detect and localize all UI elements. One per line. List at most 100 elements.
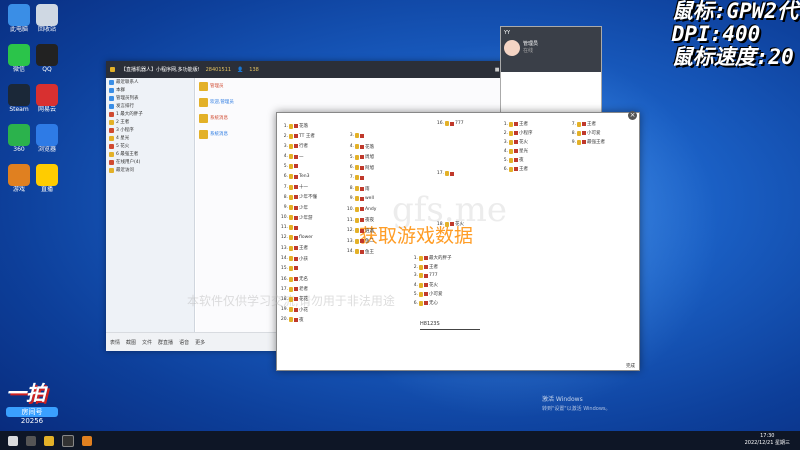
level-icon xyxy=(294,317,298,322)
sidebar-row[interactable]: 最近访问 xyxy=(106,166,194,174)
message-text: 系统消息 xyxy=(210,116,228,121)
profile-popup[interactable]: YY 管理员 在线 xyxy=(500,26,602,118)
desktop-icon-glyph xyxy=(36,4,58,26)
system-clock[interactable]: 17:30 2022/12/21 星期三 xyxy=(745,433,790,447)
level-icon xyxy=(360,196,364,201)
level-icon xyxy=(450,171,454,176)
sidebar-row[interactable]: 发言排行 xyxy=(106,102,194,110)
desktop-icon[interactable]: 此电脑 xyxy=(4,4,34,33)
level-icon xyxy=(294,215,298,220)
player-name: 星光 xyxy=(519,149,528,154)
sidebar-row-label: 5 花火 xyxy=(116,144,130,149)
start-icon[interactable] xyxy=(8,435,18,446)
rank-icon xyxy=(109,159,114,165)
player-name: well xyxy=(365,196,374,201)
toolbar-item[interactable]: 更多 xyxy=(195,339,205,346)
sidebar-row[interactable]: 最近联系人 xyxy=(106,78,194,86)
desktop-icon-label: 此电脑 xyxy=(9,26,28,33)
rank-icon xyxy=(109,135,114,141)
gold-badge-icon xyxy=(289,235,293,241)
desktop-icon[interactable]: 直播 xyxy=(32,164,62,193)
desktop-icon[interactable]: 360 xyxy=(4,124,34,153)
desktop-icon-label: Steam xyxy=(9,106,29,113)
desktop-icon[interactable]: 网易云 xyxy=(32,84,62,113)
sidebar-row[interactable]: 5 花火 xyxy=(106,142,194,150)
level-icon xyxy=(294,205,298,210)
desktop-icon-glyph xyxy=(36,44,58,66)
code-input[interactable]: H8123S xyxy=(420,321,480,330)
toolbar-item[interactable]: 群直播 xyxy=(158,339,173,346)
rank-number: 2. xyxy=(503,130,508,136)
level-icon xyxy=(360,133,364,138)
desktop-icon-label: 微信 xyxy=(12,66,25,73)
desktop-icon[interactable]: 微信 xyxy=(4,44,34,73)
game-data-window[interactable]: × gfs.me 获取游戏数据 本软件仅供学习交流,请勿用于非法用途 H8123… xyxy=(187,111,640,371)
level-icon xyxy=(582,140,586,144)
desktop-icon[interactable]: Steam xyxy=(4,84,34,113)
mid-list-item: 5. 周旭 xyxy=(345,154,374,160)
toolbar-item[interactable]: 文件 xyxy=(142,339,152,346)
level-icon xyxy=(294,307,298,312)
sidebar-row[interactable]: 4 星光 xyxy=(106,134,194,142)
member-count: 138 xyxy=(249,66,259,73)
player-name: 花落 xyxy=(365,144,374,150)
gold-badge-icon xyxy=(289,286,293,292)
app-icon-1[interactable] xyxy=(62,434,74,447)
rank-number: 13. xyxy=(280,245,288,251)
sidebar-row[interactable]: 2 王者 xyxy=(106,118,194,126)
gold-badge-icon xyxy=(419,255,423,261)
sidebar-row[interactable]: 1 最大的胖子 xyxy=(106,110,194,118)
popup-status: 在线 xyxy=(523,48,534,54)
rank-number: 18. xyxy=(280,296,288,302)
level-icon xyxy=(424,265,428,269)
gold-badge-icon xyxy=(289,225,293,230)
file-explorer-icon[interactable] xyxy=(44,435,54,446)
desktop-icon-label: 网易云 xyxy=(37,106,56,113)
right-col-item: 2. 小程序 xyxy=(499,130,533,136)
gold-badge-icon xyxy=(289,184,293,190)
sidebar-row[interactable]: 本群 xyxy=(106,86,194,94)
level-icon xyxy=(294,144,298,149)
gold-badge-icon xyxy=(289,276,293,282)
player-name: 无名 xyxy=(299,277,308,282)
desktop-icon[interactable]: 回收站 xyxy=(32,4,62,33)
desktop-icon[interactable]: 浏览器 xyxy=(32,124,62,153)
sidebar-row[interactable]: 管理员列表 xyxy=(106,94,194,102)
desktop-icon[interactable]: 游戏 xyxy=(4,164,34,193)
sidebar-row-label: 最近访问 xyxy=(116,168,134,173)
gold-badge-icon xyxy=(445,221,449,227)
gold-badge-icon xyxy=(355,186,359,191)
app-icon-2[interactable] xyxy=(82,435,92,446)
center-list-item: 3. 777 xyxy=(409,273,438,278)
toolbar-item[interactable]: 表情 xyxy=(110,339,120,346)
mid-list-item: 3. xyxy=(345,133,365,138)
sidebar-row[interactable]: 在线用户(4) xyxy=(106,158,194,166)
gold-badge-icon xyxy=(289,174,293,179)
mid-list-item: 6. 阿旭 xyxy=(345,165,374,171)
gold-badge-icon xyxy=(419,264,423,270)
desktop-icon-glyph xyxy=(36,124,58,146)
sidebar-row[interactable]: 3 小程序 xyxy=(106,126,194,134)
left-list-item: 19. 小花 xyxy=(279,307,308,313)
desktop-icon-label: 回收站 xyxy=(37,26,56,33)
chat-titlebar[interactable]: 【直播机器人】小程序网,多功能版! 28401511 👤 138 ■ ◻ ✕ xyxy=(106,61,516,78)
gold-badge-icon xyxy=(509,157,513,163)
desktop-icon[interactable]: QQ xyxy=(32,44,62,73)
rank-number: 19. xyxy=(280,307,288,313)
right-top-item: 18. 花火 xyxy=(435,221,464,227)
right-col-item: 1. 王者 xyxy=(499,121,528,127)
toolbar-item[interactable]: 截图 xyxy=(126,339,136,346)
gold-badge-icon xyxy=(289,265,293,271)
player-name: 小可爱 xyxy=(429,292,443,297)
search-icon[interactable] xyxy=(26,435,36,446)
level-icon xyxy=(514,167,518,171)
room-number: 20256 xyxy=(20,417,44,425)
sidebar-row[interactable]: 6 最强王者 xyxy=(106,150,194,158)
toolbar-item[interactable]: 语音 xyxy=(179,339,189,346)
level-icon xyxy=(360,207,364,211)
player-name: 王者 xyxy=(299,246,308,252)
player-name: 花火 xyxy=(429,283,438,288)
close-icon[interactable]: × xyxy=(628,111,637,120)
right-top-item: 17. xyxy=(435,171,455,176)
rank-number: 8. xyxy=(349,186,354,191)
